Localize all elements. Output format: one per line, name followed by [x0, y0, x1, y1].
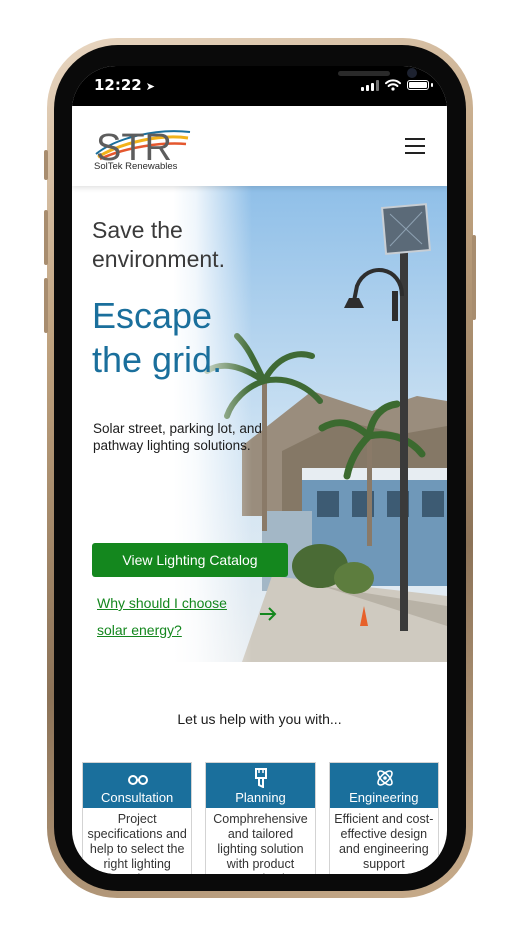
atom-icon — [376, 770, 393, 786]
hero-headline: Escape the grid. — [92, 295, 223, 380]
status-time: 12:22 ➤ — [94, 76, 155, 94]
card-header: Engineering — [329, 763, 438, 808]
card-description: Efficient and cost-effective design and … — [334, 812, 434, 871]
glasses-icon — [128, 775, 148, 785]
card-description: Project specifications and help to selec… — [87, 812, 187, 874]
hero-subheading: Save the environment. — [92, 217, 225, 272]
view-lighting-catalog-button[interactable]: View Lighting Catalog — [92, 543, 288, 577]
cellular-signal-icon — [361, 79, 379, 91]
paintbrush-icon — [255, 768, 268, 788]
battery-tip — [431, 83, 433, 87]
wifi-icon — [385, 79, 401, 91]
power-button — [472, 235, 476, 320]
front-camera — [407, 68, 417, 78]
volume-up-button — [44, 210, 48, 265]
site-header: STR SolTek Renewables — [72, 106, 447, 186]
card-consultation[interactable]: Consultation Project specifications and … — [82, 762, 193, 874]
why-solar-link[interactable]: Why should I choose solar energy? — [97, 590, 257, 644]
card-header: Consultation — [83, 763, 192, 808]
card-title: Planning — [235, 790, 286, 805]
card-title: Consultation — [101, 790, 174, 805]
status-bar: 12:22 ➤ — [72, 66, 447, 106]
arrow-right-icon[interactable] — [258, 606, 278, 622]
help-intro-text: Let us help with you with... — [177, 711, 342, 727]
card-title: Engineering — [349, 790, 419, 805]
notch — [177, 66, 417, 94]
service-cards: Consultation Project specifications and … — [82, 762, 439, 874]
hamburger-menu-icon[interactable] — [405, 138, 425, 154]
phone-screen: 12:22 ➤ STR SolTek Renewables Save the e… — [72, 66, 447, 874]
mute-switch — [44, 150, 48, 180]
hero-section: Save the environment. Escape the grid. S… — [72, 186, 447, 662]
card-header: Planning — [206, 763, 315, 808]
hero-description: Solar street, parking lot, and pathway l… — [93, 421, 262, 453]
speaker-grille — [338, 71, 390, 76]
card-planning[interactable]: Planning Comphrehensive and tailored lig… — [205, 762, 316, 874]
card-engineering[interactable]: Engineering Efficient and cost-effective… — [328, 762, 439, 874]
card-description: Comphrehensive and tailored lighting sol… — [213, 812, 308, 874]
clock-text: 12:22 — [94, 76, 142, 94]
battery-icon — [407, 80, 429, 90]
status-icons — [361, 79, 433, 91]
location-arrow-icon: ➤ — [145, 80, 155, 93]
volume-down-button — [44, 278, 48, 333]
logo-tagline: SolTek Renewables — [94, 161, 178, 172]
